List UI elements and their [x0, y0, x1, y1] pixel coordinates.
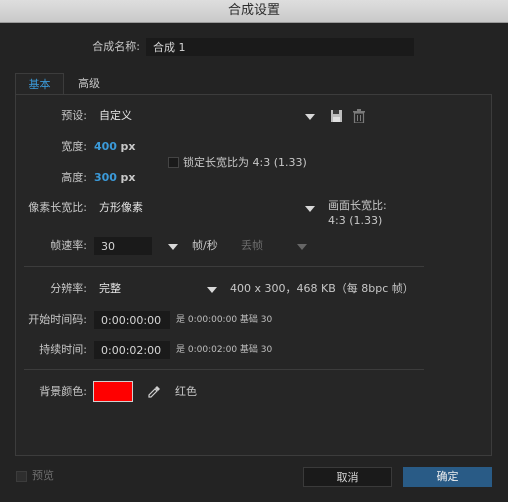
background-color-swatch[interactable]: [93, 381, 133, 402]
delete-preset-icon[interactable]: [350, 107, 368, 125]
lock-aspect-label: 锁定长宽比为 4:3 (1.33): [183, 156, 307, 169]
frame-aspect-value: 4:3 (1.33): [328, 214, 383, 227]
divider: [24, 369, 424, 370]
frame-rate-input[interactable]: 30: [94, 237, 152, 255]
preset-label: 预设:: [61, 109, 87, 122]
resolution-value: 完整: [99, 282, 121, 295]
preset-dropdown[interactable]: 自定义: [96, 107, 319, 125]
duration-info: 是 0:00:02:00 基础 30: [176, 345, 273, 355]
comp-name-input[interactable]: 合成 1: [146, 38, 414, 56]
start-timecode-input[interactable]: 0:00:00:00: [94, 311, 170, 329]
resolution-dropdown[interactable]: 完整: [96, 280, 221, 298]
height-value: 300: [94, 171, 117, 184]
height-unit: px: [120, 171, 136, 184]
chevron-down-icon: [207, 287, 217, 293]
preset-value: 自定义: [99, 109, 132, 122]
ok-button[interactable]: 确定: [403, 467, 492, 487]
preview-checkbox[interactable]: [16, 471, 27, 482]
duration-label: 持续时间:: [39, 343, 87, 356]
chevron-down-icon: [305, 206, 315, 212]
drop-frame-value: 丢帧: [241, 239, 263, 252]
preview-label: 预览: [32, 469, 54, 482]
height-label: 高度:: [61, 171, 87, 184]
start-timecode-info: 是 0:00:00:00 基础 30: [176, 315, 273, 325]
height-field[interactable]: 300 px: [94, 170, 135, 186]
pixel-aspect-dropdown[interactable]: 方形像素: [96, 199, 319, 217]
frame-rate-label: 帧速率:: [50, 239, 87, 252]
tab-basic[interactable]: 基本: [15, 73, 64, 94]
save-preset-icon[interactable]: [328, 107, 346, 125]
frame-rate-dropdown[interactable]: [162, 237, 182, 255]
resolution-label: 分辨率:: [50, 282, 87, 295]
chevron-down-icon: [297, 244, 307, 250]
width-unit: px: [120, 140, 136, 153]
frame-rate-unit: 帧/秒: [192, 239, 218, 252]
pixel-aspect-value: 方形像素: [99, 201, 143, 214]
pixel-aspect-label: 像素长宽比:: [28, 201, 87, 214]
chevron-down-icon: [168, 244, 178, 250]
width-value: 400: [94, 140, 117, 153]
width-label: 宽度:: [61, 140, 87, 153]
drop-frame-dropdown: 丢帧: [238, 237, 311, 255]
lock-aspect-checkbox[interactable]: [168, 157, 179, 168]
chevron-down-icon: [305, 114, 315, 120]
tab-advanced[interactable]: 高级: [66, 73, 112, 94]
duration-input[interactable]: 0:00:02:00: [94, 341, 170, 359]
eyedropper-icon[interactable]: [145, 382, 163, 402]
resolution-info: 400 x 300，468 KB（每 8bpc 帧）: [230, 282, 414, 295]
frame-aspect-label: 画面长宽比:: [328, 199, 387, 212]
background-color-label: 背景颜色:: [39, 385, 87, 398]
divider: [24, 266, 424, 267]
comp-name-label: 合成名称:: [92, 40, 140, 53]
start-timecode-label: 开始时间码:: [28, 313, 87, 326]
cancel-button[interactable]: 取消: [303, 467, 392, 487]
width-field[interactable]: 400 px: [94, 139, 135, 155]
background-color-name: 红色: [175, 385, 197, 398]
window-title: 合成设置: [0, 0, 508, 23]
